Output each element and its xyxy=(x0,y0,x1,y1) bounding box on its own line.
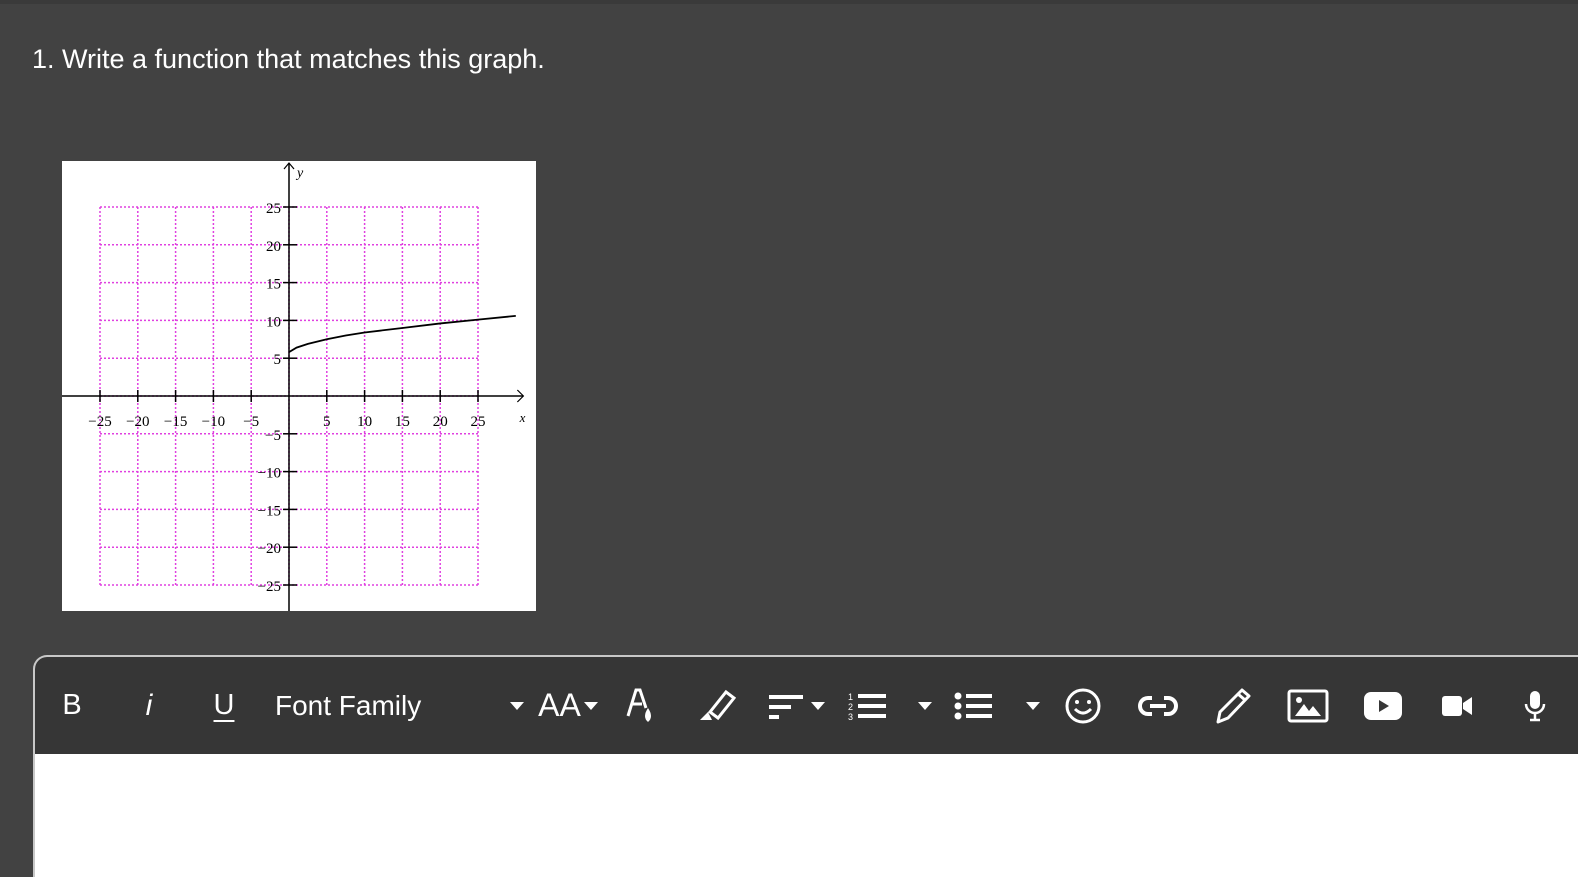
y-tick-label: −10 xyxy=(258,466,281,482)
y-tick-label: 25 xyxy=(266,201,281,217)
pencil-icon xyxy=(1216,688,1251,723)
y-tick-label: −5 xyxy=(265,428,281,444)
x-tick-label: −15 xyxy=(164,414,187,430)
chevron-down-icon xyxy=(510,701,524,710)
font-size-button[interactable]: AA xyxy=(535,657,601,754)
y-tick-label: −15 xyxy=(258,503,281,519)
microphone-icon xyxy=(1524,690,1546,721)
rich-text-editor: B i U Font Family AA 123 xyxy=(33,655,1578,877)
link-button[interactable] xyxy=(1137,657,1179,754)
bold-button[interactable]: B xyxy=(59,657,85,754)
svg-text:2: 2 xyxy=(848,702,853,712)
draw-button[interactable] xyxy=(1213,657,1253,754)
y-axis-label: y xyxy=(295,166,304,181)
x-tick-label: 25 xyxy=(471,414,486,430)
function-graph: xy−25 −20 −15 −10 −5 5 10 15 20 25252015105−5−10−… xyxy=(62,162,526,611)
graph-image: x y −25 −20 −15 −10 −5 5 10 15 20 25 25 20 15 10 5 −5 −10−… xyxy=(62,161,536,611)
highlighter-icon xyxy=(700,689,736,720)
font-family-dropdown[interactable] xyxy=(509,657,525,754)
link-icon xyxy=(1138,695,1178,716)
numbered-list-icon: 123 xyxy=(848,692,886,722)
emoji-button[interactable] xyxy=(1063,657,1103,754)
insert-image-button[interactable] xyxy=(1287,657,1329,754)
record-video-button[interactable] xyxy=(1441,657,1475,754)
y-tick-label: −25 xyxy=(258,579,281,595)
bullet-list-button[interactable] xyxy=(953,657,995,754)
record-audio-button[interactable] xyxy=(1523,657,1547,754)
youtube-icon xyxy=(1364,691,1402,720)
x-tick-label: 10 xyxy=(357,414,372,430)
x-axis-label: x xyxy=(519,410,526,425)
y-tick-label: −20 xyxy=(258,541,281,557)
image-icon xyxy=(1287,689,1329,722)
top-shade xyxy=(0,0,1578,4)
chevron-down-icon xyxy=(811,701,825,710)
y-tick-label: 10 xyxy=(266,314,281,330)
numbered-list-dropdown[interactable] xyxy=(917,657,933,754)
x-tick-label: −5 xyxy=(243,414,259,430)
x-tick-label: 15 xyxy=(395,414,410,430)
x-tick-label: −20 xyxy=(126,414,149,430)
font-color-icon xyxy=(626,688,651,722)
numbered-list-button[interactable]: 123 xyxy=(847,657,889,754)
font-family-select[interactable]: Font Family xyxy=(275,657,421,754)
emoji-icon xyxy=(1065,688,1101,723)
highlight-button[interactable] xyxy=(695,657,737,754)
font-size-icon: AA xyxy=(538,687,581,723)
x-tick-label: 20 xyxy=(433,414,448,430)
y-tick-label: 15 xyxy=(266,277,281,293)
chevron-down-icon xyxy=(583,701,598,710)
chevron-down-icon xyxy=(1026,701,1040,710)
editor-toolbar: B i U Font Family AA 123 xyxy=(35,657,1578,754)
video-camera-icon xyxy=(1442,695,1472,716)
italic-button[interactable]: i xyxy=(139,657,159,754)
align-button[interactable] xyxy=(765,657,827,754)
y-tick-label: 5 xyxy=(274,352,282,368)
question-text: 1. Write a function that matches this gr… xyxy=(32,44,545,74)
underline-button[interactable]: U xyxy=(207,657,241,754)
chevron-down-icon xyxy=(918,701,932,710)
bullet-list-dropdown[interactable] xyxy=(1025,657,1041,754)
x-tick-label: 5 xyxy=(323,414,331,430)
answer-text-area[interactable] xyxy=(35,754,1578,874)
insert-youtube-button[interactable] xyxy=(1363,657,1403,754)
font-color-button[interactable] xyxy=(623,657,659,754)
function-curve xyxy=(288,314,516,353)
y-tick-label: 20 xyxy=(266,239,281,255)
svg-text:1: 1 xyxy=(848,692,853,702)
bullet-list-icon xyxy=(954,692,992,719)
x-tick-label: −10 xyxy=(202,414,225,430)
align-left-icon xyxy=(769,694,803,719)
x-tick-label: −25 xyxy=(88,414,111,430)
svg-text:3: 3 xyxy=(848,712,853,722)
